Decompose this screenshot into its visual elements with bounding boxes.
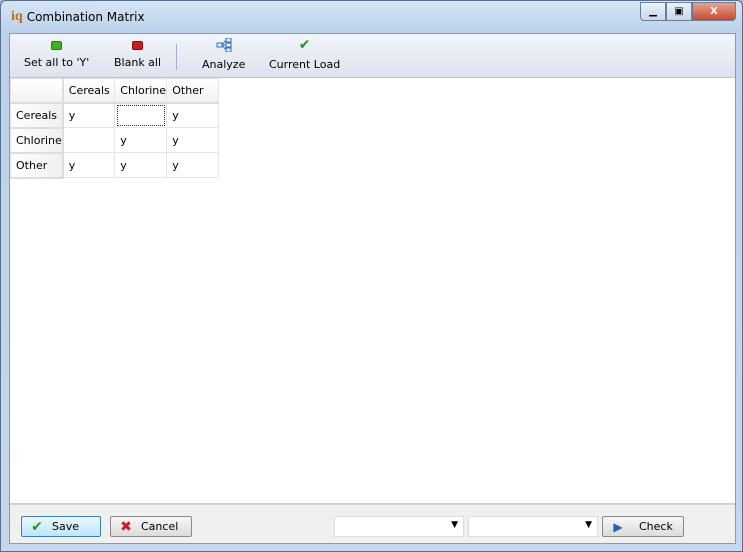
matrix-cell[interactable] <box>114 102 168 128</box>
checkmark-icon: ✔ <box>298 37 311 53</box>
matrix-cell[interactable]: y <box>62 102 116 128</box>
matrix-cell[interactable]: y <box>62 152 116 178</box>
toolbar: Set all to 'Y' Blank all Analyze ✔ Curre… <box>10 34 735 78</box>
dropdown-2[interactable]: ▼ <box>468 516 598 537</box>
green-square-icon <box>51 41 63 50</box>
cancel-button[interactable]: ✖ Cancel <box>110 516 192 537</box>
row-header[interactable]: Chlorine <box>9 127 64 154</box>
set-all-button[interactable]: Set all to 'Y' <box>24 38 89 69</box>
blank-all-label: Blank all <box>114 56 162 69</box>
matrix-cell[interactable]: y <box>166 152 220 178</box>
matrix-cell[interactable]: y <box>114 152 168 178</box>
corner-cell <box>9 78 64 104</box>
checkmark-icon: ✔ <box>31 518 43 535</box>
check-button[interactable]: ▶ Check <box>602 516 684 537</box>
cancel-label: Cancel <box>141 520 179 533</box>
set-all-label: Set all to 'Y' <box>24 56 90 69</box>
current-load-label: Current Load <box>269 58 341 71</box>
chevron-down-icon: ▼ <box>451 520 458 530</box>
header-row: Cereals Chlorine Other <box>9 78 220 104</box>
close-button[interactable]: X <box>692 2 736 21</box>
diagram-icon <box>216 38 232 52</box>
table-row: Other y y y <box>9 152 220 179</box>
current-load-button[interactable]: ✔ Current Load <box>269 38 340 71</box>
table-row: Cereals y y <box>9 102 220 129</box>
app-logo: iq <box>11 9 23 24</box>
window: iq Combination Matrix ▁ ▣ X Set all to '… <box>0 0 743 552</box>
combination-matrix: Cereals Chlorine Other Cereals y y Chlor… <box>9 78 220 179</box>
blank-all-button[interactable]: Blank all <box>114 38 161 69</box>
column-header[interactable]: Cereals <box>62 78 116 104</box>
dropdown-1[interactable]: ▼ <box>334 516 464 537</box>
red-square-icon <box>132 41 144 50</box>
matrix-cell[interactable] <box>62 127 116 153</box>
column-header[interactable]: Other <box>166 78 220 104</box>
column-header[interactable]: Chlorine <box>114 78 168 104</box>
table-row: Chlorine y y <box>9 127 220 154</box>
matrix-cell[interactable]: y <box>114 127 168 153</box>
save-label: Save <box>52 520 80 533</box>
check-label: Check <box>639 520 673 533</box>
analyze-label: Analyze <box>202 58 246 71</box>
footer-bar: ✔ Save ✖ Cancel ▼ ▼ ▶ Check <box>10 503 735 543</box>
save-button[interactable]: ✔ Save <box>21 516 101 537</box>
chevron-down-icon: ▼ <box>585 520 592 530</box>
window-title: Combination Matrix <box>26 10 145 24</box>
title-bar: iq Combination Matrix <box>11 9 145 25</box>
x-icon: ✖ <box>120 518 132 535</box>
row-header[interactable]: Cereals <box>9 102 64 129</box>
toolbar-separator <box>176 44 177 70</box>
minimize-button[interactable]: ▁ <box>640 2 666 21</box>
matrix-cell[interactable]: y <box>166 102 220 128</box>
matrix-cell[interactable]: y <box>166 127 220 153</box>
analyze-button[interactable]: Analyze <box>202 38 245 71</box>
row-header[interactable]: Other <box>9 152 64 179</box>
maximize-button[interactable]: ▣ <box>666 2 692 21</box>
play-arrow-icon: ▶ <box>613 519 623 534</box>
